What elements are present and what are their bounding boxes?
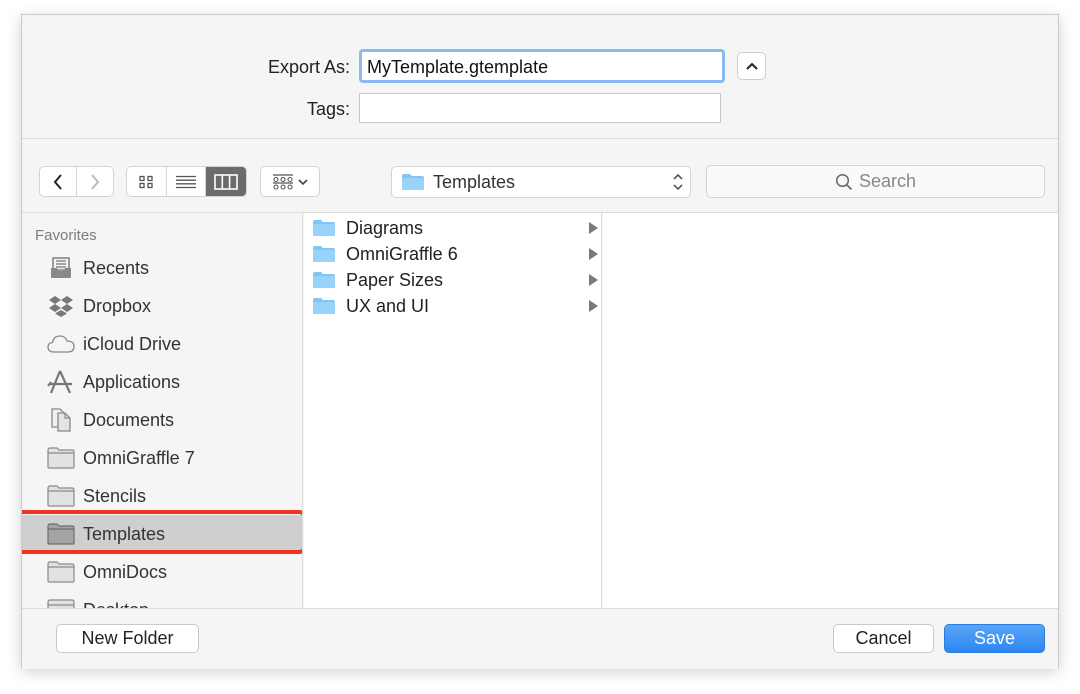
sidebar-item-templates[interactable]: Templates [22, 515, 302, 553]
sidebar-item-label: Templates [83, 523, 166, 544]
documents-icon [51, 408, 71, 432]
arrange-group-icon [273, 173, 293, 190]
navigation-buttons [39, 166, 114, 197]
new-folder-button[interactable]: New Folder [56, 624, 199, 653]
sidebar-section-favorites: Favorites [35, 227, 97, 244]
chevron-up-icon [745, 62, 758, 70]
folder-icon [313, 246, 335, 262]
sidebar-item-label: Documents [83, 409, 175, 430]
folder-icon [47, 485, 75, 507]
icon-view-button[interactable] [127, 167, 167, 196]
folder-icon [313, 220, 335, 236]
folder-icon [313, 272, 335, 288]
dropbox-icon [49, 296, 73, 317]
sidebar-item-label: Desktop [83, 600, 149, 609]
sidebar-item-label: OmniGraffle 7 [83, 447, 195, 468]
applications-icon [47, 370, 72, 394]
folder-name: UX and UI [346, 295, 430, 316]
search-field[interactable]: Search [706, 165, 1045, 198]
view-mode-control [126, 166, 247, 197]
browser-toolbar: Templates Search [22, 139, 1058, 213]
sidebar-item-label: iCloud Drive [83, 333, 182, 354]
sidebar-item-label: Applications [83, 371, 181, 392]
chevron-left-icon [53, 173, 62, 190]
chevron-down-icon [298, 178, 308, 185]
tags-field[interactable] [359, 93, 721, 123]
sidebar-item-icloud-drive[interactable]: iCloud Drive [22, 325, 302, 363]
folder-name: Paper Sizes [346, 269, 444, 290]
search-icon [835, 173, 853, 190]
icon-view-icon [139, 175, 153, 188]
folder-row-paper-sizes[interactable]: Paper Sizes [304, 267, 602, 293]
export-as-label: Export As: [267, 57, 350, 77]
sidebar-item-label: Recents [83, 257, 150, 278]
sidebar-item-label: OmniDocs [83, 561, 168, 582]
folder-name: OmniGraffle 6 [346, 243, 458, 264]
browser-column-2 [603, 213, 1058, 608]
forward-button[interactable] [77, 167, 114, 196]
disclosure-arrow-icon [589, 248, 598, 260]
dialog-footer: New Folder Cancel Save [22, 608, 1058, 669]
disclosure-arrow-icon [589, 222, 598, 234]
folder-name: Diagrams [346, 217, 424, 238]
list-view-icon [176, 175, 196, 188]
column-view-icon [214, 173, 238, 190]
column-view-button[interactable] [206, 167, 246, 196]
search-placeholder: Search [858, 171, 917, 191]
folder-row-diagrams[interactable]: Diagrams [304, 215, 602, 241]
folder-icon [47, 599, 75, 608]
sidebar-item-omnigraffle-7[interactable]: OmniGraffle 7 [22, 439, 302, 477]
chevron-right-icon [90, 173, 100, 190]
dialog-header: Export As: MyTemplate.gtemplate Tags: [22, 15, 1058, 139]
browser-column-1: Diagrams OmniGraffle 6 Paper Sizes UX an… [304, 213, 602, 608]
sidebar-item-documents[interactable]: Documents [22, 401, 302, 439]
disclosure-arrow-icon [589, 300, 598, 312]
export-as-field[interactable]: MyTemplate.gtemplate [359, 49, 725, 83]
tags-label: Tags: [306, 99, 350, 119]
icloud-icon [47, 335, 75, 353]
folder-icon [47, 523, 75, 545]
sidebar-item-omnidocs[interactable]: OmniDocs [22, 553, 302, 591]
cancel-button[interactable]: Cancel [833, 624, 934, 653]
back-button[interactable] [40, 167, 77, 196]
folder-row-ux-and-ui[interactable]: UX and UI [304, 293, 602, 319]
recents-icon [51, 257, 71, 278]
sidebar-item-stencils[interactable]: Stencils [22, 477, 302, 515]
collapse-button[interactable] [737, 52, 766, 80]
sidebar: Favorites Recents Dropbox iCloud Drive A… [22, 213, 303, 608]
location-popup[interactable]: Templates [391, 166, 691, 198]
sidebar-item-applications[interactable]: Applications [22, 363, 302, 401]
list-view-button[interactable] [167, 167, 207, 196]
save-button[interactable]: Save [944, 624, 1045, 653]
sidebar-item-recents[interactable]: Recents [22, 249, 302, 287]
sidebar-item-dropbox[interactable]: Dropbox [22, 287, 302, 325]
folder-row-omnigraffle-6[interactable]: OmniGraffle 6 [304, 241, 602, 267]
location-popup-label: Templates [433, 171, 516, 192]
folder-icon [47, 561, 75, 583]
disclosure-arrow-icon [589, 274, 598, 286]
up-down-chevron-icon [673, 173, 683, 191]
folder-icon [47, 447, 75, 469]
sidebar-item-label: Stencils [83, 485, 147, 506]
export-dialog: Export As: MyTemplate.gtemplate Tags: Te… [21, 14, 1059, 669]
sidebar-item-desktop[interactable]: Desktop [22, 591, 302, 609]
sidebar-item-label: Dropbox [83, 295, 152, 316]
folder-icon [402, 174, 424, 190]
folder-icon [313, 298, 335, 314]
arrange-button[interactable] [260, 166, 320, 197]
